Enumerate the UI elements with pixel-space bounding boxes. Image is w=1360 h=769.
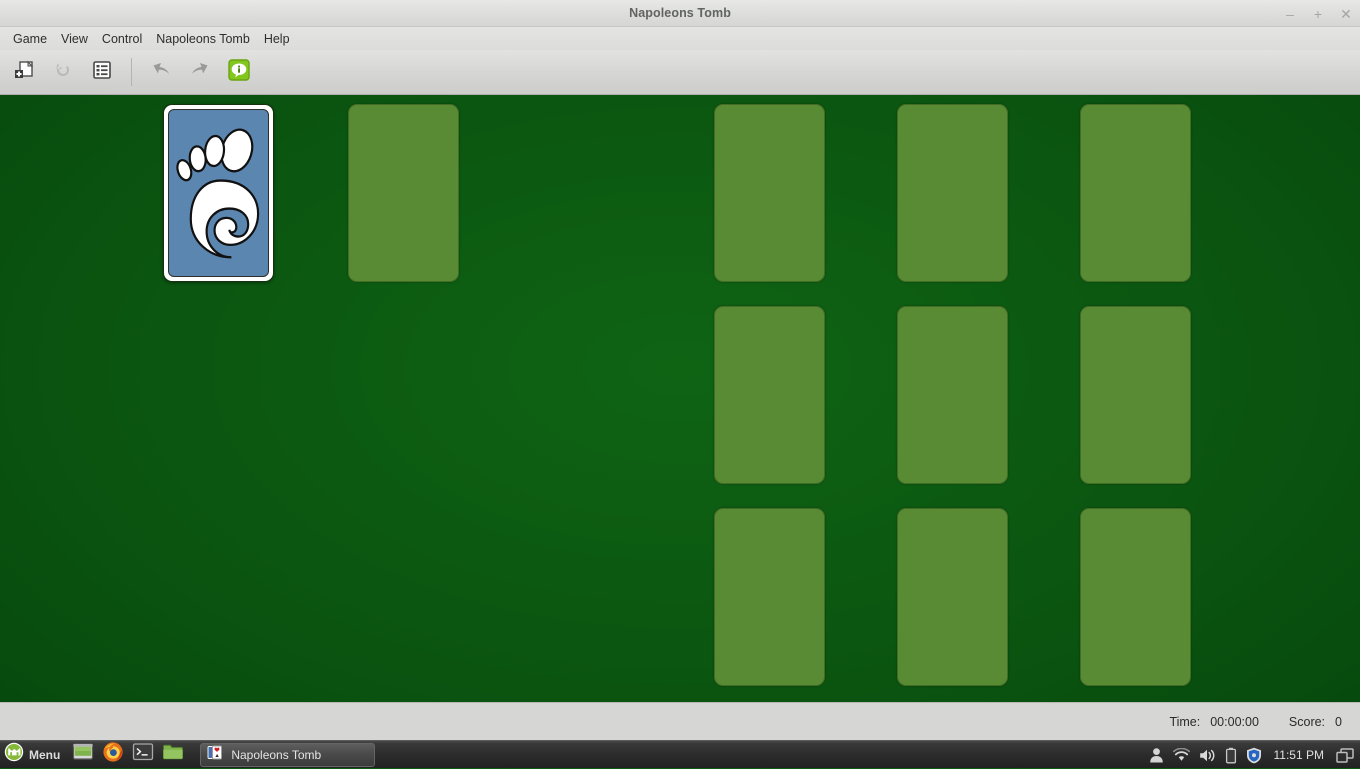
menu-item-game[interactable]: Game	[6, 30, 54, 48]
tableau-slot-3[interactable]	[1080, 508, 1191, 686]
start-menu-button[interactable]: Menu	[0, 742, 68, 768]
task-list: Napoleons Tomb	[200, 742, 376, 767]
close-icon[interactable]: ✕	[1338, 6, 1354, 22]
waste-slot[interactable]	[348, 104, 459, 282]
volume-icon[interactable]	[1199, 748, 1216, 763]
foundation-slot-3[interactable]	[1080, 104, 1191, 282]
menu-item-view[interactable]: View	[54, 30, 95, 48]
start-menu-label: Menu	[29, 747, 61, 762]
menubar: Game View Control Napoleons Tomb Help	[0, 27, 1360, 50]
user-icon[interactable]	[1149, 747, 1164, 763]
foundation-slot-4[interactable]	[714, 306, 825, 484]
foundation-slot-6[interactable]	[1080, 306, 1191, 484]
undo-button[interactable]	[146, 57, 176, 87]
taskbar-item-napoleons-tomb[interactable]: Napoleons Tomb	[200, 742, 376, 767]
menu-item-control[interactable]: Control	[95, 30, 149, 48]
window-controls: – + ✕	[1282, 0, 1354, 27]
new-game-icon	[13, 59, 35, 86]
score-label: Score:	[1288, 714, 1326, 729]
redo-icon	[188, 59, 212, 86]
menu-item-help[interactable]: Help	[257, 30, 297, 48]
stock-pile-card[interactable]	[163, 104, 274, 282]
toolbar-separator	[131, 58, 132, 86]
cards-icon	[207, 744, 224, 766]
scores-button[interactable]	[87, 57, 117, 87]
scores-list-icon	[91, 59, 113, 86]
redo-button[interactable]	[185, 57, 215, 87]
folder-icon	[162, 742, 184, 767]
launcher-terminal[interactable]	[131, 743, 155, 767]
score-value: 0	[1335, 714, 1342, 729]
launcher-show-desktop[interactable]	[71, 743, 95, 767]
show-desktop-icon	[72, 742, 94, 767]
gnome-foot-icon	[176, 128, 260, 259]
card-back-art	[168, 109, 269, 277]
foundation-slot-1[interactable]	[714, 104, 825, 282]
menu-item-napoleons-tomb[interactable]: Napoleons Tomb	[149, 30, 257, 48]
tableau-slot-2[interactable]	[897, 508, 1008, 686]
restart-game-button[interactable]	[48, 57, 78, 87]
taskbar: Menu Napoleons Tomb 11:51 PM	[0, 740, 1360, 768]
taskbar-clock[interactable]: 11:51 PM	[1274, 748, 1324, 762]
linux-mint-logo-icon	[4, 742, 24, 767]
page-title: Napoleons Tomb	[629, 6, 731, 20]
time-display: Time: 00:00:00	[1169, 715, 1258, 729]
foundation-slot-5[interactable]	[897, 306, 1008, 484]
foundation-slot-2[interactable]	[897, 104, 1008, 282]
system-tray: 11:51 PM	[1149, 741, 1354, 769]
toolbar	[0, 50, 1360, 95]
battery-icon[interactable]	[1225, 747, 1237, 764]
restart-icon	[52, 59, 74, 86]
window-titlebar[interactable]: Napoleons Tomb – + ✕	[0, 0, 1360, 27]
wifi-icon[interactable]	[1172, 747, 1190, 763]
minimize-icon[interactable]: –	[1282, 6, 1298, 22]
launcher-firefox[interactable]	[101, 741, 125, 768]
time-value: 00:00:00	[1210, 714, 1259, 729]
launcher-files[interactable]	[161, 743, 185, 767]
game-board[interactable]	[0, 95, 1360, 702]
workspace-switcher-icon[interactable]	[1336, 747, 1354, 763]
firefox-icon	[102, 741, 124, 768]
statusbar: Time: 00:00:00 Score: 0	[0, 702, 1360, 740]
new-game-button[interactable]	[9, 57, 39, 87]
maximize-icon[interactable]: +	[1310, 6, 1326, 22]
tableau-slot-1[interactable]	[714, 508, 825, 686]
score-display: Score: 0	[1289, 715, 1342, 729]
terminal-icon	[132, 742, 154, 767]
hint-button[interactable]	[224, 57, 254, 87]
undo-icon	[149, 59, 173, 86]
shield-icon[interactable]	[1246, 747, 1262, 764]
taskbar-item-label: Napoleons Tomb	[231, 747, 322, 762]
hint-info-icon	[227, 58, 251, 87]
time-label: Time:	[1169, 714, 1201, 729]
